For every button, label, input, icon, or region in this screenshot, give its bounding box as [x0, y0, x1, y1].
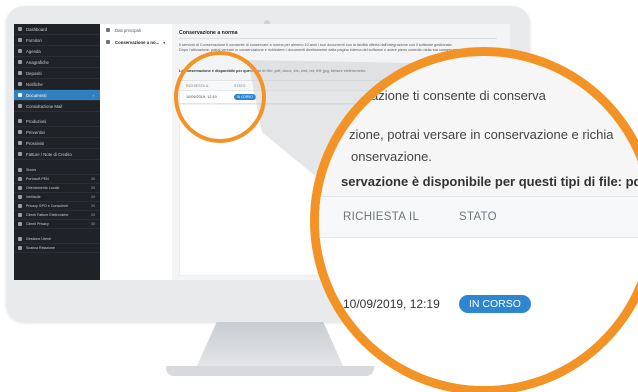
subnav-item-conservazione[interactable]: Conservazione a no... ▾	[100, 36, 172, 48]
sidebar-item-clienti-fatture[interactable]: Clienti Fatture Elettroniche 88	[14, 211, 100, 220]
count-badge: 88	[91, 195, 95, 199]
sidebar-item-shoes[interactable]: Shoes	[14, 166, 100, 175]
sidebar: Dashboard Fornitori Agenda Anagrafiche D…	[14, 24, 100, 280]
sidebar-item-clienti-privacy[interactable]: Clienti Privacy 88	[14, 220, 100, 229]
info-icon	[106, 28, 110, 32]
sidebar-item-label: Portosoft PEN	[26, 177, 49, 181]
sidebar-item-privacy-gpo[interactable]: Privacy GPO e Consulenti 88	[14, 202, 100, 211]
subnav-item-label: Conservazione a no...	[115, 39, 160, 45]
sidebar-item-notifiche[interactable]: Notifiche	[14, 79, 100, 90]
invoice-icon	[18, 152, 22, 156]
tag-icon	[18, 222, 22, 226]
list-icon	[18, 141, 22, 145]
sidebar-item-scarica-relazione[interactable]: Scarica Relazione	[14, 244, 100, 253]
sidebar-item-orientamento[interactable]: Orientamento Locale 88	[14, 184, 100, 193]
sub-navigation: Dati principali Conservazione a no... ▾	[100, 24, 173, 280]
lens-column-header-status: STATO	[459, 211, 497, 223]
lens-table: RICHIESTA IL STATO 10/09/2019, 12:19 IN …	[319, 196, 638, 386]
page-title: Conservazione a norma	[179, 30, 238, 36]
sidebar-item-anagrafiche[interactable]: Anagrafiche	[14, 57, 100, 68]
sidebar-item-produzioni[interactable]: Produzioni	[14, 116, 100, 127]
sidebar-item-verifacile[interactable]: Verifacile 88	[14, 193, 100, 202]
sidebar-item-dashboard[interactable]: Dashboard	[14, 24, 100, 35]
lens-text-line: azione ti consente di conserva	[371, 88, 546, 103]
lens-status-badge: IN CORSO	[459, 295, 531, 313]
lens-column-header-date: RICHIESTA IL	[343, 211, 420, 223]
users-icon	[18, 237, 22, 241]
count-badge: 88	[91, 222, 95, 226]
magnifier-lens: azione ti consente di conserva zione, po…	[319, 56, 638, 386]
sidebar-item-label: Privacy GPO e Consulenti	[26, 204, 68, 208]
lens-bold-line: servazione è disponibile per questi tipi…	[341, 174, 638, 189]
sidebar-item-label: Clienti Fatture Elettroniche	[26, 213, 69, 217]
warehouse-icon	[18, 71, 22, 75]
document-icon	[18, 93, 22, 97]
factory-icon	[18, 119, 22, 123]
lens-panel-edge	[381, 64, 392, 77]
title-divider	[179, 38, 497, 39]
count-badge: 88	[91, 186, 95, 190]
intro-text: Il servizio di Conservazione ti consente…	[179, 43, 453, 47]
bell-icon	[18, 82, 22, 86]
sidebar-item-label: Clienti Privacy	[26, 222, 49, 226]
lens-content: azione ti consente di conserva zione, po…	[319, 56, 638, 386]
archive-icon	[106, 40, 110, 44]
sidebar-item-consultazione-mail[interactable]: Consultazione Mail	[14, 101, 100, 112]
quote-icon	[18, 130, 22, 134]
sidebar-item-portosoft[interactable]: Portosoft PEN 88	[14, 175, 100, 184]
sidebar-item-label: Anagrafiche	[26, 59, 49, 65]
sidebar-item-label: Depositi	[26, 70, 42, 76]
calendar-icon	[18, 49, 22, 53]
sidebar-item-label: Fornitori	[26, 37, 42, 43]
sidebar-item-label: Preventivi	[26, 129, 45, 135]
sidebar-item-gestione-utenti[interactable]: Gestione Utenti	[14, 235, 100, 244]
sidebar-item-preventivi[interactable]: Preventivi	[14, 127, 100, 138]
sidebar-item-fatture[interactable]: Fatture / Note di Credito	[14, 149, 100, 160]
subnav-item-dati-principali[interactable]: Dati principali	[100, 24, 172, 36]
count-badge: 88	[91, 177, 95, 181]
sidebar-item-label: Fatture / Note di Credito	[26, 151, 72, 157]
count-badge: 88	[91, 204, 95, 208]
chevron-down-icon: ▾	[163, 39, 166, 45]
zoom-source-ring	[174, 51, 266, 143]
lens-text-line: zione, potrai versare in conservazione e…	[349, 127, 614, 142]
sidebar-item-prossivisi[interactable]: Prossivisi	[14, 138, 100, 149]
sidebar-item-documenti[interactable]: Documenti ›	[14, 90, 100, 101]
lens-text-line: onservazione.	[351, 149, 432, 164]
sidebar-item-depositi[interactable]: Depositi	[14, 68, 100, 79]
sidebar-item-label: Produzioni	[26, 118, 47, 124]
sidebar-item-label: Agenda	[26, 48, 41, 54]
dashboard-icon	[18, 27, 22, 31]
chevron-right-icon: ›	[92, 92, 94, 98]
tag-icon	[18, 186, 22, 190]
mail-icon	[18, 104, 22, 108]
tag-icon	[18, 213, 22, 217]
sidebar-item-label: Scarica Relazione	[26, 246, 55, 250]
lens-row-date: 10/09/2019, 12:19	[343, 297, 440, 311]
truck-icon	[18, 38, 22, 42]
tag-icon	[18, 168, 22, 172]
address-book-icon	[18, 60, 22, 64]
sidebar-item-label: Gestione Utenti	[26, 237, 51, 241]
tag-icon	[18, 204, 22, 208]
tag-icon	[18, 195, 22, 199]
sidebar-item-label: Dashboard	[26, 26, 48, 32]
sidebar-item-label: Consultazione Mail	[26, 103, 63, 109]
sidebar-item-fornitori[interactable]: Fornitori	[14, 35, 100, 46]
count-badge: 88	[91, 213, 95, 217]
sidebar-item-label: Prossivisi	[26, 140, 45, 146]
sidebar-item-agenda[interactable]: Agenda	[14, 46, 100, 57]
sidebar-item-label: Verifacile	[26, 195, 41, 199]
download-icon	[18, 246, 22, 250]
subnav-item-label: Dati principali	[115, 27, 141, 33]
lens-table-header: RICHIESTA IL STATO	[319, 197, 638, 238]
sidebar-item-label: Shoes	[26, 168, 37, 172]
sidebar-item-label: Notifiche	[26, 81, 43, 87]
sidebar-item-label: Documenti	[26, 92, 47, 98]
tag-icon	[18, 177, 22, 181]
illustration: Dashboard Fornitori Agenda Anagrafiche D…	[0, 0, 638, 392]
sidebar-item-label: Orientamento Locale	[26, 186, 60, 190]
